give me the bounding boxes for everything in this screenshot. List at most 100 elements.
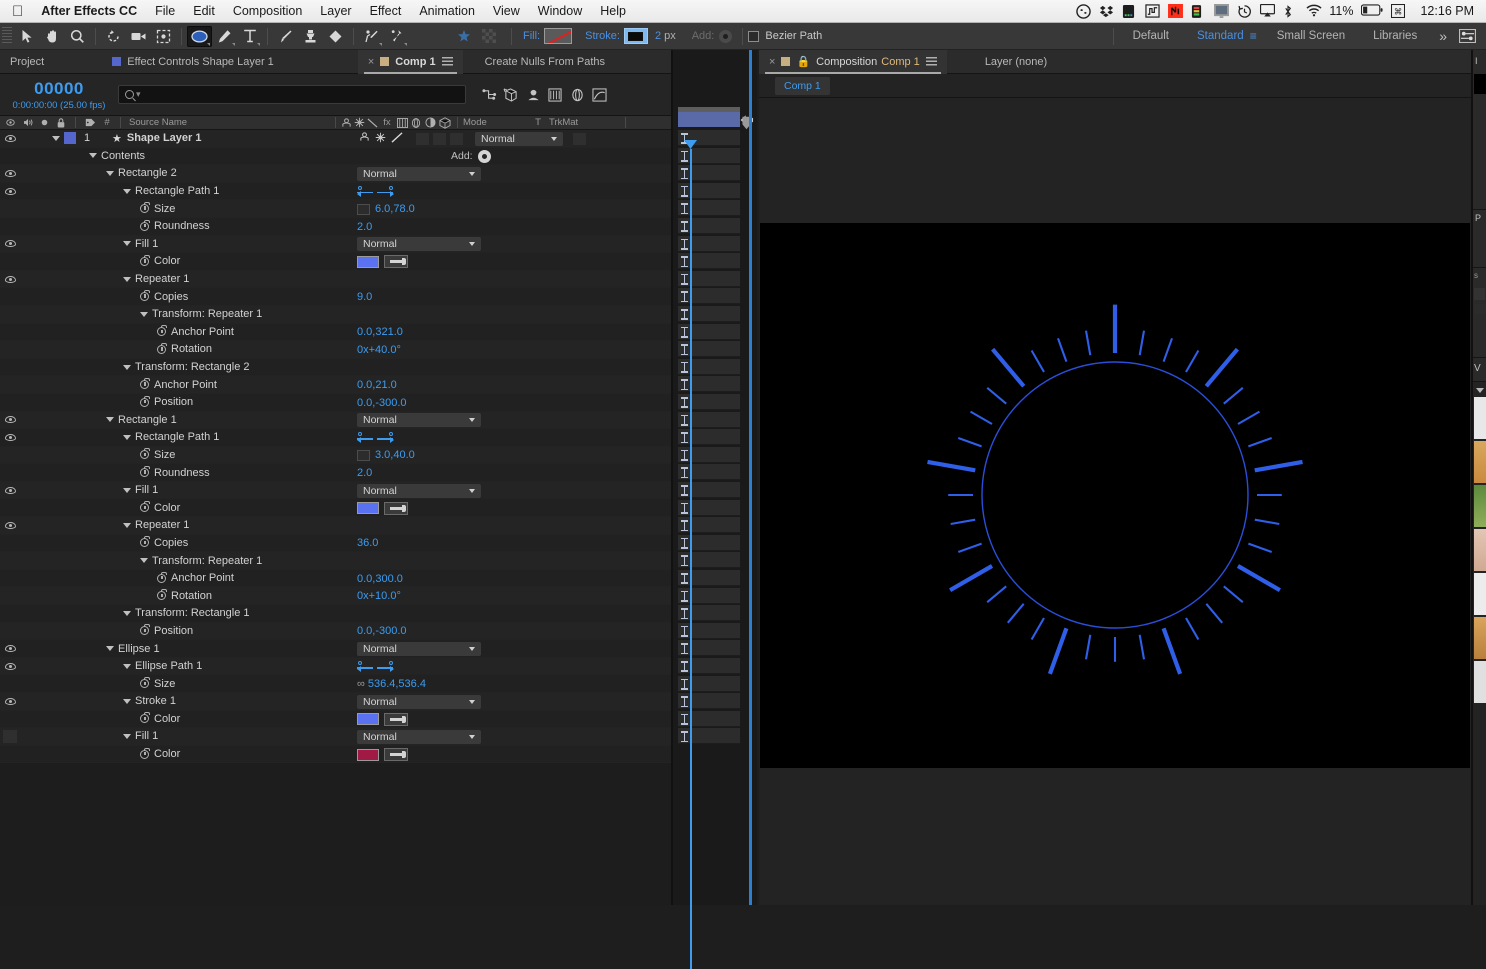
group-blend-mode[interactable]: Normal — [357, 642, 481, 657]
shape-tool-flyout-arrow[interactable] — [207, 42, 210, 46]
visibility-eye-placeholder[interactable] — [0, 746, 20, 763]
keyframe-navigator-icon[interactable] — [681, 397, 688, 408]
property-value[interactable]: 2.0 — [357, 221, 372, 233]
visibility-eye-placeholder[interactable] — [0, 359, 20, 376]
hide-shy-layers-icon[interactable] — [522, 85, 544, 105]
add-shape-control[interactable]: Add: — [451, 149, 491, 163]
fill-label[interactable]: Fill: — [523, 30, 540, 42]
layer-switch-slot[interactable] — [450, 132, 463, 145]
timeline-row[interactable]: Stroke 1 Normal — [0, 693, 673, 711]
visibility-eye-placeholder[interactable] — [0, 534, 20, 551]
eyedropper-icon[interactable] — [384, 712, 408, 726]
effects-icon[interactable]: fx — [379, 116, 395, 130]
col-solo-icon[interactable] — [37, 116, 52, 130]
puppet-pin-tool[interactable] — [384, 26, 409, 47]
camera-tool[interactable] — [126, 26, 151, 47]
stroke-label[interactable]: Stroke: — [585, 30, 620, 42]
property-value[interactable]: 36.0 — [357, 537, 378, 549]
timeline-row[interactable]: Rectangle Path 1 — [0, 429, 673, 447]
breadcrumb-comp-1[interactable]: Comp 1 — [775, 76, 830, 95]
tab-create-nulls-from-paths[interactable]: Create Nulls From Paths — [475, 50, 615, 74]
visibility-eye-placeholder[interactable] — [0, 341, 20, 358]
path-reverse-right-icon[interactable] — [377, 432, 394, 443]
type-tool[interactable] — [237, 26, 262, 47]
pan-behind-tool[interactable] — [151, 26, 176, 47]
visibility-eye-placeholder[interactable] — [0, 323, 20, 340]
path-reverse-left-icon[interactable] — [357, 661, 374, 672]
stopwatch-icon[interactable] — [140, 536, 150, 548]
graph-icon[interactable] — [1145, 3, 1161, 19]
toolbar-grip[interactable] — [2, 27, 12, 45]
bezier-path-checkbox[interactable] — [748, 30, 760, 42]
stopwatch-icon[interactable] — [140, 290, 150, 302]
property-value[interactable]: 0.0,321.0 — [357, 326, 403, 338]
color-swatch[interactable] — [357, 713, 379, 726]
property-value[interactable]: 536.4,536.4 — [368, 678, 426, 690]
rotation-tool[interactable] — [101, 26, 126, 47]
group-blend-mode[interactable]: Normal — [357, 694, 481, 709]
zoom-tool[interactable] — [65, 26, 90, 47]
collapse-transformations-icon[interactable] — [353, 116, 366, 130]
visibility-eye-placeholder[interactable] — [0, 218, 20, 235]
disclosure-triangle[interactable] — [106, 646, 114, 652]
stopwatch-icon[interactable] — [140, 501, 150, 513]
stopwatch-icon[interactable] — [140, 624, 150, 636]
disclosure-triangle[interactable] — [123, 276, 131, 282]
disclosure-triangle[interactable] — [123, 610, 131, 616]
layer-color-label[interactable] — [64, 132, 76, 145]
3d-layer-icon[interactable] — [437, 116, 452, 130]
keyframe-navigator-icon[interactable] — [681, 361, 688, 373]
timeline-row[interactable]: Transform: Repeater 1 — [0, 552, 673, 570]
visibility-off-box[interactable] — [3, 729, 17, 743]
menu-view[interactable]: View — [484, 0, 529, 23]
visibility-eye-placeholder[interactable] — [0, 622, 20, 639]
timeline-row[interactable]: Ellipse Path 1 — [0, 657, 673, 676]
composition-canvas[interactable] — [760, 223, 1470, 768]
constrain-proportions-link-icon[interactable]: ∞ — [357, 678, 365, 690]
keyframe-navigator-icon[interactable] — [681, 555, 688, 567]
composition-panel-menu-icon[interactable] — [925, 57, 937, 66]
visibility-eye-placeholder[interactable] — [0, 306, 20, 323]
keyframe-navigator-icon[interactable] — [681, 696, 688, 708]
right-panel-sliver[interactable]: I P s V — [1471, 50, 1486, 905]
property-value[interactable]: 0x+40.0° — [357, 344, 401, 356]
current-time-indicator[interactable] — [684, 140, 697, 969]
timeline-track-area[interactable] — [673, 50, 757, 905]
disclosure-triangle[interactable] — [52, 135, 60, 141]
visibility-eye-placeholder[interactable] — [0, 499, 20, 516]
visibility-eye-icon[interactable] — [0, 693, 20, 710]
thumbnail-item[interactable] — [1474, 485, 1486, 527]
stopwatch-icon[interactable] — [140, 219, 150, 231]
timeline-row[interactable]: Rectangle Path 1 — [0, 182, 673, 201]
stopwatch-icon[interactable] — [140, 466, 150, 478]
stopwatch-icon[interactable] — [157, 325, 167, 337]
visibility-eye-placeholder[interactable] — [0, 464, 20, 481]
layer-switch-slot[interactable] — [433, 132, 446, 145]
roto-brush-tool[interactable] — [359, 26, 384, 47]
keyframe-navigator-icon[interactable] — [681, 309, 688, 320]
keyframe-navigator-icon[interactable] — [681, 502, 688, 514]
keyframe-navigator-icon[interactable] — [681, 713, 688, 725]
layer-blend-mode[interactable]: Normal — [475, 131, 563, 146]
stopwatch-icon[interactable] — [140, 378, 150, 390]
comp-close-icon[interactable]: × — [769, 56, 775, 68]
roto-brush-flyout-arrow[interactable] — [379, 42, 382, 46]
eyedropper-icon[interactable] — [384, 255, 408, 269]
mac-clock[interactable]: 12:16 PM — [1414, 4, 1480, 18]
menu-after-effects[interactable]: After Effects CC — [32, 0, 146, 23]
col-trkmat-header[interactable]: TrkMat — [549, 116, 609, 130]
keyframe-navigator-icon[interactable] — [681, 485, 688, 496]
type-tool-flyout-arrow[interactable] — [257, 42, 260, 46]
col-mode-header[interactable]: Mode — [463, 116, 527, 130]
property-value[interactable]: 0.0,-300.0 — [357, 397, 407, 409]
disclosure-triangle[interactable] — [123, 733, 131, 739]
col-lock-icon[interactable] — [52, 116, 70, 130]
timeline-row[interactable]: Color — [0, 710, 673, 729]
disclosure-triangle[interactable] — [123, 522, 131, 528]
workspace-menu-icon[interactable]: ≡ — [1250, 29, 1257, 43]
disclosure-triangle[interactable] — [123, 364, 131, 370]
visibility-eye-placeholder[interactable] — [0, 605, 20, 622]
snapping-star-icon[interactable] — [451, 26, 476, 47]
motion-blur-icon[interactable] — [566, 85, 588, 105]
path-direction-buttons[interactable] — [357, 432, 394, 443]
